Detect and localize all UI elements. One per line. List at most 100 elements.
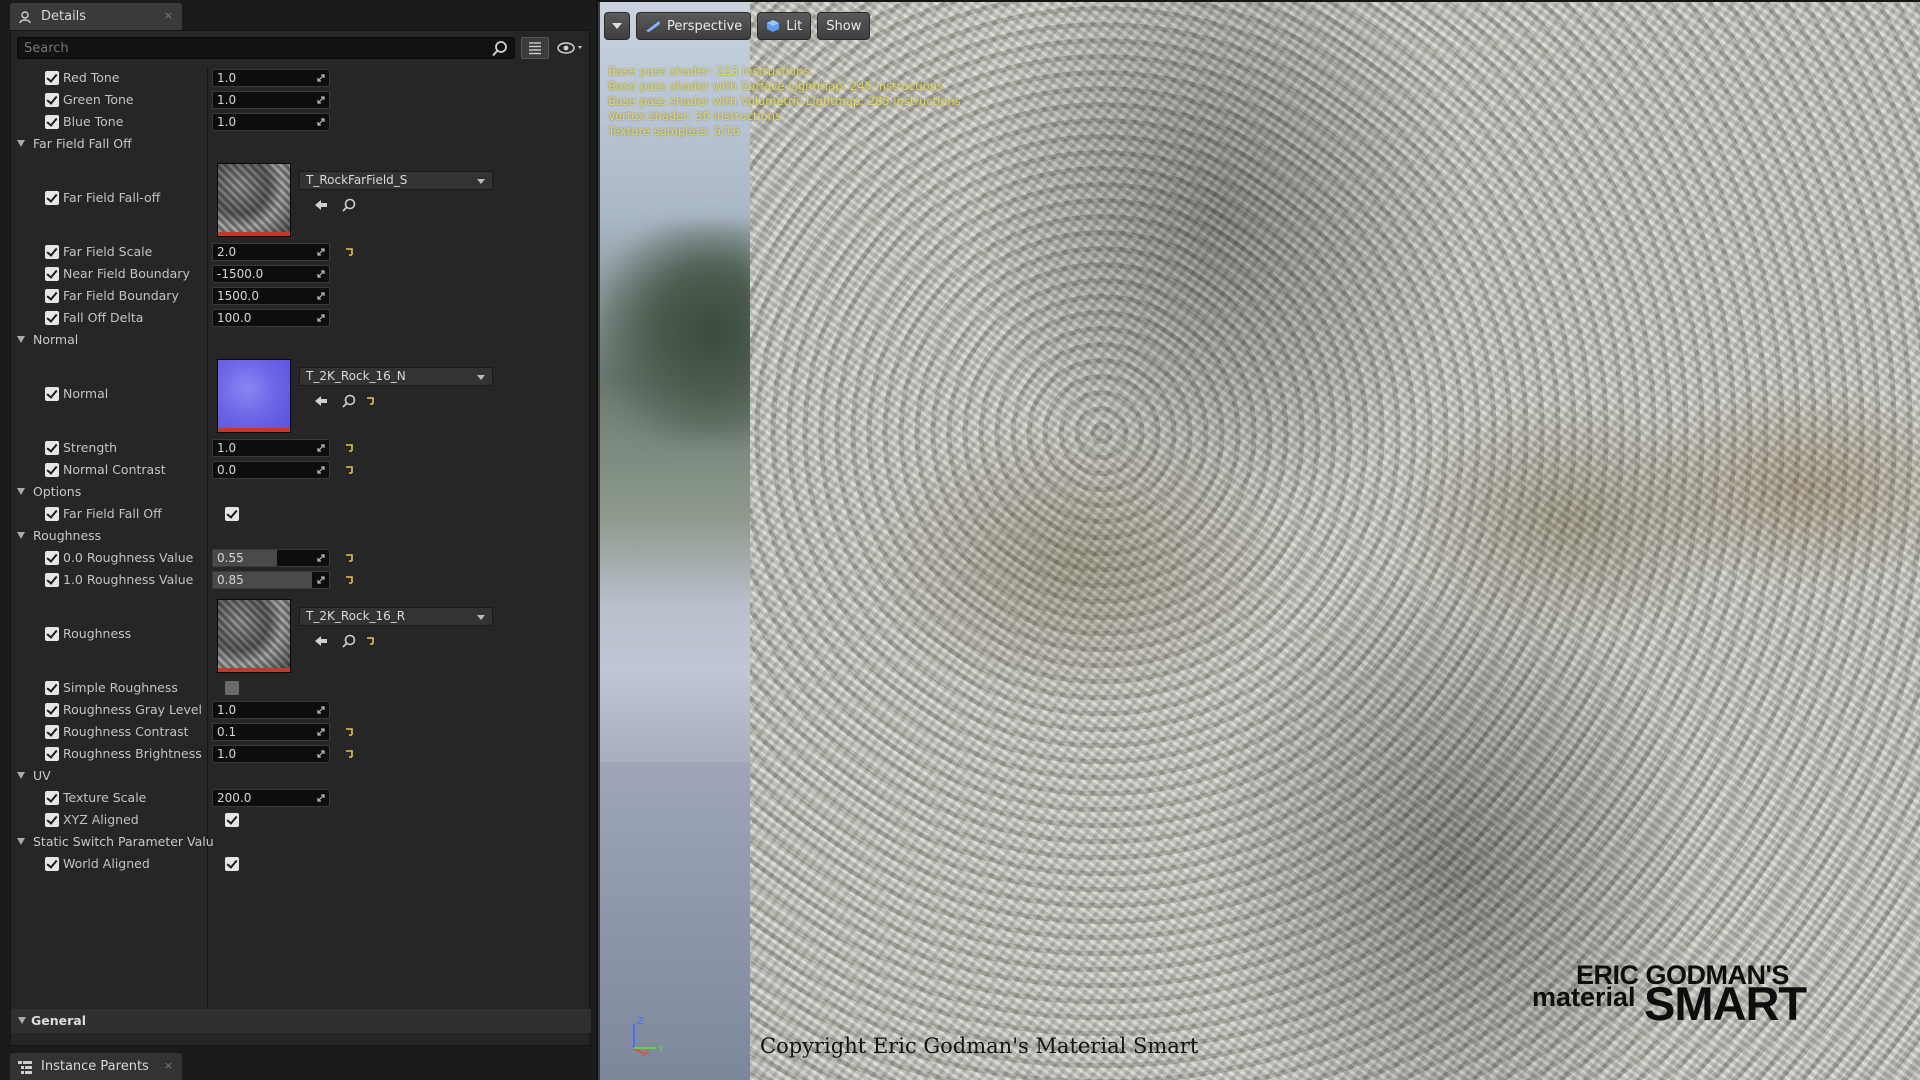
override-checkbox[interactable] — [45, 245, 59, 259]
use-selected-arrow-icon[interactable] — [313, 393, 329, 409]
override-checkbox[interactable] — [45, 289, 59, 303]
reset-to-default-icon[interactable] — [344, 443, 354, 453]
viewport[interactable]: Perspective Lit Show Base pass shader: 2… — [598, 2, 1920, 1080]
texture-thumbnail[interactable] — [217, 599, 291, 673]
roughness-contrast-input[interactable]: 0.1 — [212, 723, 330, 741]
near-field-boundary-input[interactable]: -1500.0 — [212, 265, 330, 283]
details-tab[interactable]: Details × — [10, 3, 182, 30]
asset-picker[interactable]: T_RockFarField_S — [299, 171, 493, 190]
override-checkbox[interactable] — [45, 573, 59, 587]
prop-row-xyz-aligned: XYZ Aligned — [11, 809, 571, 831]
reset-to-default-icon[interactable] — [344, 727, 354, 737]
reset-to-default-icon[interactable] — [344, 553, 354, 563]
override-checkbox[interactable] — [45, 857, 59, 871]
normal-contrast-input[interactable]: 0.0 — [212, 461, 330, 479]
override-checkbox[interactable] — [45, 311, 59, 325]
collapse-triangle-icon[interactable] — [18, 1017, 26, 1024]
xyz-aligned-checkbox[interactable] — [225, 813, 239, 827]
reset-to-default-icon[interactable] — [344, 465, 354, 475]
override-checkbox[interactable] — [45, 681, 59, 695]
prop-label: Far Field Fall Off — [63, 506, 162, 521]
override-checkbox[interactable] — [45, 507, 59, 521]
texture-thumbnail[interactable] — [217, 359, 291, 433]
reset-to-default-icon[interactable] — [365, 396, 375, 406]
override-checkbox[interactable] — [45, 813, 59, 827]
collapse-triangle-icon[interactable] — [17, 488, 25, 495]
green-tone-input[interactable]: 1.0 — [212, 91, 330, 109]
reset-to-default-icon[interactable] — [344, 247, 354, 257]
override-checkbox[interactable] — [45, 115, 59, 129]
use-selected-arrow-icon[interactable] — [313, 633, 329, 649]
visibility-options-button[interactable] — [555, 39, 587, 57]
world-aligned-checkbox[interactable] — [225, 857, 239, 871]
override-checkbox[interactable] — [45, 725, 59, 739]
simple-roughness-checkbox[interactable] — [225, 681, 239, 695]
override-checkbox[interactable] — [45, 387, 59, 401]
far-field-boundary-input[interactable]: 1500.0 — [212, 287, 330, 305]
override-checkbox[interactable] — [45, 627, 59, 641]
spin-arrows-icon — [317, 554, 325, 562]
roughness-0-slider[interactable]: 0.55 — [212, 549, 330, 567]
instance-parents-tab[interactable]: Instance Parents × — [10, 1053, 182, 1080]
category-options[interactable]: Options — [11, 481, 571, 503]
collapse-triangle-icon[interactable] — [17, 336, 25, 343]
perspective-button[interactable]: Perspective — [636, 12, 752, 40]
override-checkbox[interactable] — [45, 191, 59, 205]
roughness-brightness-input[interactable]: 1.0 — [212, 745, 330, 763]
category-label: Normal — [33, 332, 79, 347]
asset-picker[interactable]: T_2K_Rock_16_R — [299, 607, 493, 626]
spin-arrows-icon — [317, 96, 325, 104]
close-icon[interactable]: × — [164, 9, 173, 22]
strength-input[interactable]: 1.0 — [212, 439, 330, 457]
reset-to-default-icon[interactable] — [344, 749, 354, 759]
category-normal[interactable]: Normal — [11, 329, 571, 351]
far-field-scale-input[interactable]: 2.0 — [212, 243, 330, 261]
category-static-switch[interactable]: Static Switch Parameter Valu — [11, 831, 571, 853]
fall-off-delta-input[interactable]: 100.0 — [212, 309, 330, 327]
override-checkbox[interactable] — [45, 703, 59, 717]
override-checkbox[interactable] — [45, 551, 59, 565]
browse-search-icon[interactable] — [341, 393, 357, 409]
far-field-fall-off-checkbox[interactable] — [225, 507, 239, 521]
value-text: 200.0 — [217, 791, 252, 805]
search-bar — [17, 37, 515, 59]
viewport-options-button[interactable] — [604, 12, 630, 40]
list-view-button[interactable] — [521, 37, 549, 59]
reset-to-default-icon[interactable] — [365, 636, 375, 646]
search-input[interactable] — [18, 38, 488, 58]
override-checkbox[interactable] — [45, 71, 59, 85]
search-icon[interactable] — [492, 40, 509, 57]
collapse-triangle-icon[interactable] — [17, 772, 25, 779]
lit-button[interactable]: Lit — [757, 12, 812, 40]
lit-label: Lit — [786, 18, 803, 34]
browse-search-icon[interactable] — [341, 633, 357, 649]
category-far-field-fall-off[interactable]: Far Field Fall Off — [11, 133, 571, 155]
collapse-triangle-icon[interactable] — [17, 140, 25, 147]
asset-picker[interactable]: T_2K_Rock_16_N — [299, 367, 493, 386]
red-tone-input[interactable]: 1.0 — [212, 69, 330, 87]
category-roughness[interactable]: Roughness — [11, 525, 571, 547]
collapse-triangle-icon[interactable] — [17, 838, 25, 845]
override-checkbox[interactable] — [45, 267, 59, 281]
override-checkbox[interactable] — [45, 747, 59, 761]
roughness-1-slider[interactable]: 0.85 — [212, 571, 330, 589]
property-list: Red Tone 1.0 Green Tone 1.0 Blue Tone 1.… — [11, 67, 571, 1007]
close-icon[interactable]: × — [164, 1059, 173, 1072]
override-checkbox[interactable] — [45, 791, 59, 805]
override-checkbox[interactable] — [45, 463, 59, 477]
override-checkbox[interactable] — [45, 93, 59, 107]
show-button[interactable]: Show — [817, 12, 871, 40]
category-general[interactable]: General — [11, 1009, 591, 1033]
override-checkbox[interactable] — [45, 441, 59, 455]
texture-thumbnail[interactable] — [217, 163, 291, 237]
prop-label: 0.0 Roughness Value — [63, 550, 194, 565]
blue-tone-input[interactable]: 1.0 — [212, 113, 330, 131]
use-selected-arrow-icon[interactable] — [313, 197, 329, 213]
reset-to-default-icon[interactable] — [344, 575, 354, 585]
texture-scale-input[interactable]: 200.0 — [212, 789, 330, 807]
stat-line: Base pass shader with Surface Lightmap: … — [608, 79, 943, 93]
collapse-triangle-icon[interactable] — [17, 532, 25, 539]
browse-search-icon[interactable] — [341, 197, 357, 213]
category-uv[interactable]: UV — [11, 765, 571, 787]
roughness-gray-level-input[interactable]: 1.0 — [212, 701, 330, 719]
